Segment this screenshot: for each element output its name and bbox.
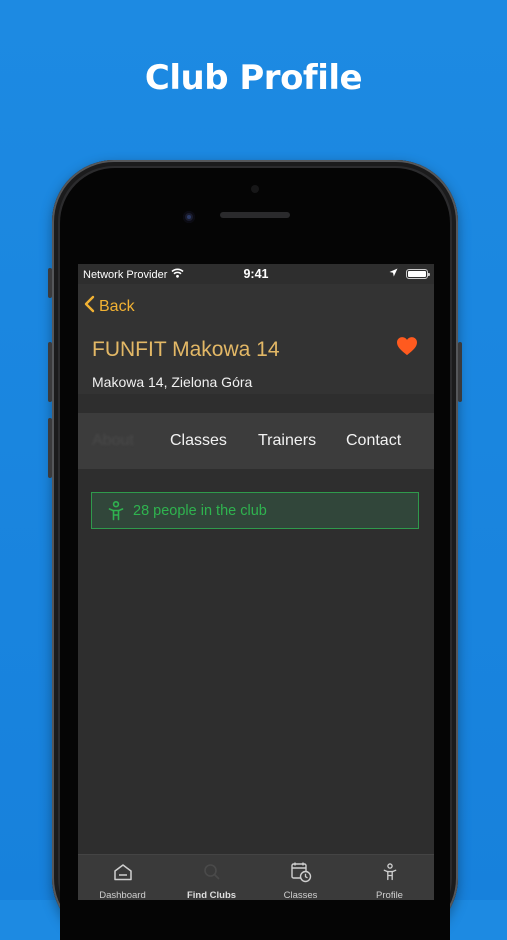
phone-volume-down <box>48 418 52 478</box>
club-name: FUNFIT Makowa 14 <box>92 338 280 361</box>
front-camera <box>183 211 195 223</box>
tabbar-item-find-clubs[interactable]: Find Clubs <box>167 861 256 900</box>
tabbar-label: Find Clubs <box>186 890 237 900</box>
home-icon <box>78 861 167 883</box>
club-tabs: About Classes Trainers Contact <box>78 413 434 469</box>
favorite-heart-icon[interactable] <box>396 336 418 361</box>
proximity-sensor <box>251 185 259 193</box>
search-icon <box>167 861 256 883</box>
app-screen: Network Provider 9:41 Back FUNFIT Makowa… <box>78 264 434 900</box>
tabbar-label: Profile <box>376 890 403 900</box>
bottom-tab-bar: Dashboard Find Clubs Classes Profile <box>78 854 434 900</box>
tabbar-item-dashboard[interactable]: Dashboard <box>78 861 167 900</box>
calendar-clock-icon <box>256 861 345 883</box>
earpiece-speaker <box>220 212 290 218</box>
status-bar: Network Provider 9:41 <box>78 264 434 284</box>
phone-volume-up <box>48 342 52 402</box>
tab-contact[interactable]: Contact <box>346 413 401 469</box>
tabbar-item-profile[interactable]: Profile <box>345 861 434 900</box>
chevron-left-icon <box>84 295 95 318</box>
club-header: Back FUNFIT Makowa 14 Makowa 14, Zielona… <box>78 284 434 394</box>
occupancy-banner: 28 people in the club <box>91 492 419 529</box>
tab-classes[interactable]: Classes <box>170 413 227 469</box>
person-icon <box>345 861 434 883</box>
status-indicators <box>389 268 430 280</box>
page-headline: Club Profile <box>144 58 363 98</box>
status-time: 9:41 <box>243 267 269 281</box>
location-arrow-icon <box>389 268 398 280</box>
back-button[interactable]: Back <box>84 295 135 318</box>
club-address: Makowa 14, Zielona Góra <box>92 374 253 390</box>
phone-silent-switch <box>48 268 52 298</box>
occupancy-text: 28 people in the club <box>133 502 267 519</box>
battery-icon <box>406 269 430 279</box>
phone-power-button <box>458 342 462 402</box>
person-icon <box>108 500 124 521</box>
tab-about[interactable]: About <box>92 413 134 469</box>
tabbar-label: Dashboard <box>99 890 146 900</box>
tab-trainers[interactable]: Trainers <box>258 413 316 469</box>
back-label: Back <box>99 297 135 315</box>
tabbar-label: Classes <box>283 890 318 900</box>
tabbar-item-classes[interactable]: Classes <box>256 861 345 900</box>
